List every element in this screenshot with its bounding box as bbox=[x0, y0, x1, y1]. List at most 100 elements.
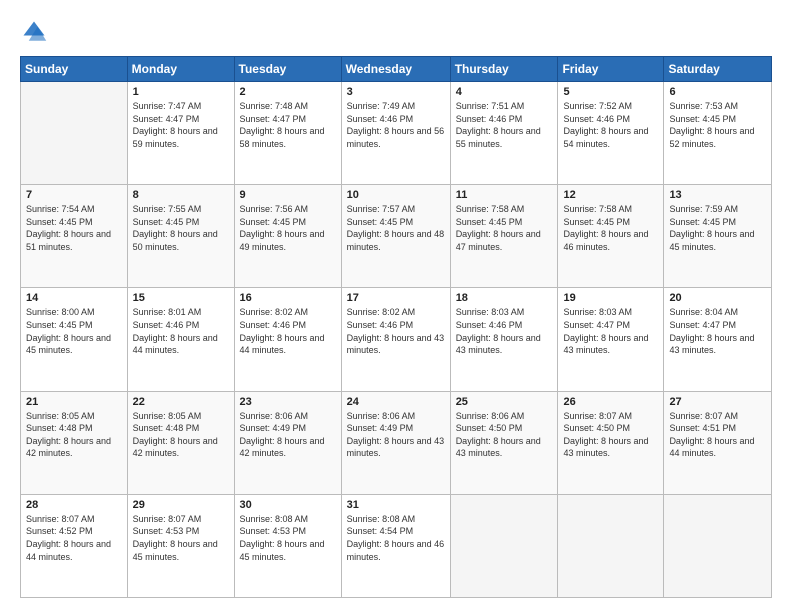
day-info: Sunrise: 8:06 AMSunset: 4:49 PMDaylight:… bbox=[347, 410, 445, 460]
day-number: 17 bbox=[347, 292, 445, 304]
calendar-cell: 29 Sunrise: 8:07 AMSunset: 4:53 PMDayligh… bbox=[127, 494, 234, 597]
day-info: Sunrise: 7:59 AMSunset: 4:45 PMDaylight:… bbox=[669, 203, 766, 253]
day-info: Sunrise: 7:57 AMSunset: 4:45 PMDaylight:… bbox=[347, 203, 445, 253]
day-info: Sunrise: 8:08 AMSunset: 4:54 PMDaylight:… bbox=[347, 513, 445, 563]
day-info: Sunrise: 7:49 AMSunset: 4:46 PMDaylight:… bbox=[347, 100, 445, 150]
day-number: 24 bbox=[347, 396, 445, 408]
calendar-cell: 9 Sunrise: 7:56 AMSunset: 4:45 PMDaylight… bbox=[234, 185, 341, 288]
calendar-cell bbox=[664, 494, 772, 597]
logo-icon bbox=[20, 18, 48, 46]
day-number: 20 bbox=[669, 292, 766, 304]
day-info: Sunrise: 7:53 AMSunset: 4:45 PMDaylight:… bbox=[669, 100, 766, 150]
day-info: Sunrise: 8:00 AMSunset: 4:45 PMDaylight:… bbox=[26, 306, 122, 356]
calendar-cell: 27 Sunrise: 8:07 AMSunset: 4:51 PMDayligh… bbox=[664, 391, 772, 494]
calendar-cell: 20 Sunrise: 8:04 AMSunset: 4:47 PMDayligh… bbox=[664, 288, 772, 391]
day-number: 26 bbox=[563, 396, 658, 408]
weekday-header-thursday: Thursday bbox=[450, 57, 558, 82]
calendar-cell: 24 Sunrise: 8:06 AMSunset: 4:49 PMDayligh… bbox=[341, 391, 450, 494]
day-number: 7 bbox=[26, 189, 122, 201]
calendar-cell bbox=[558, 494, 664, 597]
day-info: Sunrise: 7:58 AMSunset: 4:45 PMDaylight:… bbox=[456, 203, 553, 253]
day-info: Sunrise: 8:03 AMSunset: 4:47 PMDaylight:… bbox=[563, 306, 658, 356]
day-info: Sunrise: 7:51 AMSunset: 4:46 PMDaylight:… bbox=[456, 100, 553, 150]
day-info: Sunrise: 7:58 AMSunset: 4:45 PMDaylight:… bbox=[563, 203, 658, 253]
calendar-cell: 12 Sunrise: 7:58 AMSunset: 4:45 PMDayligh… bbox=[558, 185, 664, 288]
day-info: Sunrise: 7:52 AMSunset: 4:46 PMDaylight:… bbox=[563, 100, 658, 150]
day-info: Sunrise: 8:07 AMSunset: 4:51 PMDaylight:… bbox=[669, 410, 766, 460]
header bbox=[20, 18, 772, 46]
calendar-cell: 2 Sunrise: 7:48 AMSunset: 4:47 PMDaylight… bbox=[234, 82, 341, 185]
calendar-week-5: 28 Sunrise: 8:07 AMSunset: 4:52 PMDayligh… bbox=[21, 494, 772, 597]
day-number: 14 bbox=[26, 292, 122, 304]
day-number: 23 bbox=[240, 396, 336, 408]
day-number: 8 bbox=[133, 189, 229, 201]
weekday-header-monday: Monday bbox=[127, 57, 234, 82]
day-info: Sunrise: 7:54 AMSunset: 4:45 PMDaylight:… bbox=[26, 203, 122, 253]
day-number: 2 bbox=[240, 86, 336, 98]
calendar-cell: 28 Sunrise: 8:07 AMSunset: 4:52 PMDayligh… bbox=[21, 494, 128, 597]
day-number: 30 bbox=[240, 499, 336, 511]
calendar-cell: 18 Sunrise: 8:03 AMSunset: 4:46 PMDayligh… bbox=[450, 288, 558, 391]
day-info: Sunrise: 8:03 AMSunset: 4:46 PMDaylight:… bbox=[456, 306, 553, 356]
calendar-cell: 22 Sunrise: 8:05 AMSunset: 4:48 PMDayligh… bbox=[127, 391, 234, 494]
day-number: 31 bbox=[347, 499, 445, 511]
day-info: Sunrise: 8:02 AMSunset: 4:46 PMDaylight:… bbox=[347, 306, 445, 356]
day-info: Sunrise: 8:06 AMSunset: 4:49 PMDaylight:… bbox=[240, 410, 336, 460]
calendar-cell bbox=[21, 82, 128, 185]
day-number: 19 bbox=[563, 292, 658, 304]
weekday-header-wednesday: Wednesday bbox=[341, 57, 450, 82]
day-number: 18 bbox=[456, 292, 553, 304]
day-number: 4 bbox=[456, 86, 553, 98]
calendar-week-4: 21 Sunrise: 8:05 AMSunset: 4:48 PMDayligh… bbox=[21, 391, 772, 494]
logo bbox=[20, 18, 52, 46]
calendar-cell: 16 Sunrise: 8:02 AMSunset: 4:46 PMDayligh… bbox=[234, 288, 341, 391]
calendar-cell: 30 Sunrise: 8:08 AMSunset: 4:53 PMDayligh… bbox=[234, 494, 341, 597]
day-info: Sunrise: 8:06 AMSunset: 4:50 PMDaylight:… bbox=[456, 410, 553, 460]
day-number: 16 bbox=[240, 292, 336, 304]
day-info: Sunrise: 8:07 AMSunset: 4:53 PMDaylight:… bbox=[133, 513, 229, 563]
weekday-header-row: SundayMondayTuesdayWednesdayThursdayFrid… bbox=[21, 57, 772, 82]
calendar-cell: 26 Sunrise: 8:07 AMSunset: 4:50 PMDayligh… bbox=[558, 391, 664, 494]
calendar-cell: 5 Sunrise: 7:52 AMSunset: 4:46 PMDaylight… bbox=[558, 82, 664, 185]
day-number: 13 bbox=[669, 189, 766, 201]
calendar-cell: 19 Sunrise: 8:03 AMSunset: 4:47 PMDayligh… bbox=[558, 288, 664, 391]
weekday-header-sunday: Sunday bbox=[21, 57, 128, 82]
day-number: 3 bbox=[347, 86, 445, 98]
calendar: SundayMondayTuesdayWednesdayThursdayFrid… bbox=[20, 56, 772, 598]
calendar-cell: 21 Sunrise: 8:05 AMSunset: 4:48 PMDayligh… bbox=[21, 391, 128, 494]
weekday-header-tuesday: Tuesday bbox=[234, 57, 341, 82]
day-number: 29 bbox=[133, 499, 229, 511]
day-info: Sunrise: 7:56 AMSunset: 4:45 PMDaylight:… bbox=[240, 203, 336, 253]
day-number: 1 bbox=[133, 86, 229, 98]
calendar-cell: 3 Sunrise: 7:49 AMSunset: 4:46 PMDaylight… bbox=[341, 82, 450, 185]
calendar-cell: 17 Sunrise: 8:02 AMSunset: 4:46 PMDayligh… bbox=[341, 288, 450, 391]
day-info: Sunrise: 8:07 AMSunset: 4:50 PMDaylight:… bbox=[563, 410, 658, 460]
calendar-cell: 13 Sunrise: 7:59 AMSunset: 4:45 PMDayligh… bbox=[664, 185, 772, 288]
calendar-cell: 6 Sunrise: 7:53 AMSunset: 4:45 PMDaylight… bbox=[664, 82, 772, 185]
day-info: Sunrise: 8:07 AMSunset: 4:52 PMDaylight:… bbox=[26, 513, 122, 563]
day-number: 27 bbox=[669, 396, 766, 408]
calendar-week-3: 14 Sunrise: 8:00 AMSunset: 4:45 PMDayligh… bbox=[21, 288, 772, 391]
day-info: Sunrise: 8:05 AMSunset: 4:48 PMDaylight:… bbox=[26, 410, 122, 460]
day-number: 9 bbox=[240, 189, 336, 201]
day-number: 12 bbox=[563, 189, 658, 201]
day-number: 21 bbox=[26, 396, 122, 408]
day-info: Sunrise: 8:02 AMSunset: 4:46 PMDaylight:… bbox=[240, 306, 336, 356]
day-info: Sunrise: 7:55 AMSunset: 4:45 PMDaylight:… bbox=[133, 203, 229, 253]
calendar-week-1: 1 Sunrise: 7:47 AMSunset: 4:47 PMDaylight… bbox=[21, 82, 772, 185]
calendar-cell: 4 Sunrise: 7:51 AMSunset: 4:46 PMDaylight… bbox=[450, 82, 558, 185]
day-number: 22 bbox=[133, 396, 229, 408]
calendar-cell: 23 Sunrise: 8:06 AMSunset: 4:49 PMDayligh… bbox=[234, 391, 341, 494]
day-info: Sunrise: 7:48 AMSunset: 4:47 PMDaylight:… bbox=[240, 100, 336, 150]
day-info: Sunrise: 8:04 AMSunset: 4:47 PMDaylight:… bbox=[669, 306, 766, 356]
calendar-cell bbox=[450, 494, 558, 597]
day-info: Sunrise: 7:47 AMSunset: 4:47 PMDaylight:… bbox=[133, 100, 229, 150]
day-number: 28 bbox=[26, 499, 122, 511]
day-info: Sunrise: 8:05 AMSunset: 4:48 PMDaylight:… bbox=[133, 410, 229, 460]
calendar-cell: 7 Sunrise: 7:54 AMSunset: 4:45 PMDaylight… bbox=[21, 185, 128, 288]
day-info: Sunrise: 8:08 AMSunset: 4:53 PMDaylight:… bbox=[240, 513, 336, 563]
day-number: 11 bbox=[456, 189, 553, 201]
day-number: 6 bbox=[669, 86, 766, 98]
day-number: 5 bbox=[563, 86, 658, 98]
day-number: 10 bbox=[347, 189, 445, 201]
